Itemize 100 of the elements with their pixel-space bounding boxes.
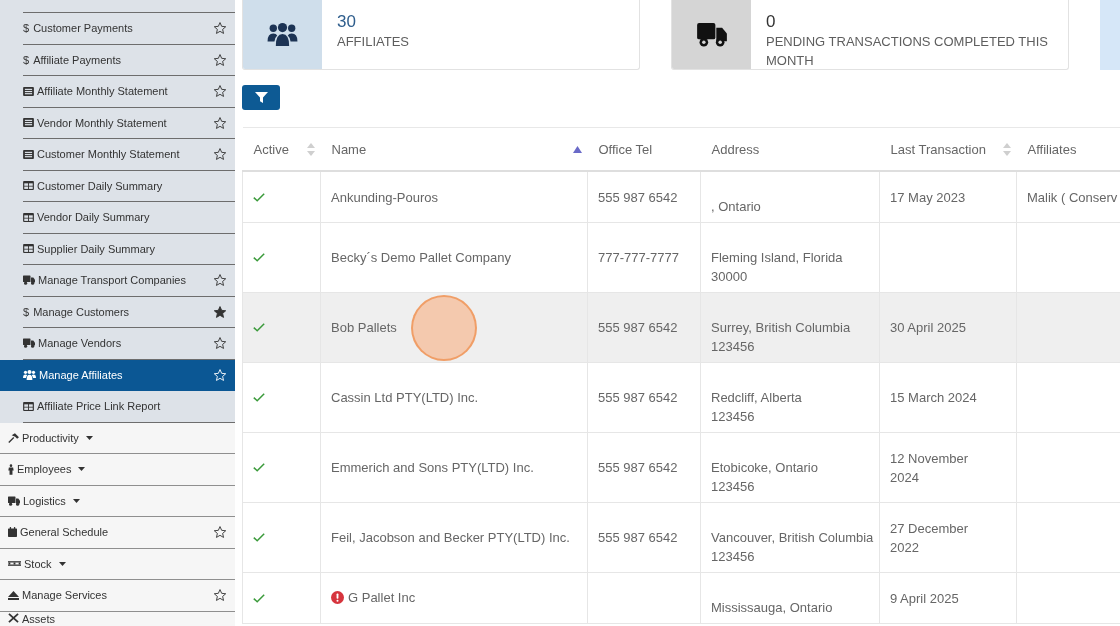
sidebar-item[interactable]: $ Affiliate Payments bbox=[0, 44, 235, 76]
star-icon[interactable] bbox=[214, 305, 226, 318]
dollar-icon: $ bbox=[23, 53, 30, 66]
address: , Ontario bbox=[711, 199, 761, 214]
phone-number: 555 987 6542 bbox=[598, 320, 678, 335]
truck-icon bbox=[8, 495, 20, 506]
calendar-icon bbox=[8, 527, 17, 538]
stat-label: AFFILIATES bbox=[337, 33, 409, 51]
dollar-icon: $ bbox=[23, 22, 30, 35]
person-icon bbox=[8, 463, 14, 475]
eject-icon bbox=[8, 590, 19, 600]
table-icon bbox=[23, 181, 34, 191]
company-name: Feil, Jacobson and Becker PTY(LTD) Inc. bbox=[331, 529, 570, 547]
star-icon[interactable] bbox=[214, 22, 226, 35]
sidebar-item[interactable]: Employees bbox=[0, 454, 235, 486]
sidebar-item[interactable]: Affiliate Price Link Report bbox=[0, 391, 235, 423]
column-header[interactable]: Office Tel bbox=[587, 127, 701, 171]
sidebar-item[interactable]: Vendor Daily Summary bbox=[0, 202, 235, 234]
phone-number: 555 987 6542 bbox=[598, 189, 678, 205]
transaction-date: 9 April 2025 bbox=[890, 590, 959, 606]
sidebar-item[interactable]: Manage Transport Companies bbox=[0, 265, 235, 297]
dollar-icon: $ bbox=[23, 305, 30, 318]
stat-card bbox=[1100, 0, 1120, 70]
truck-icon bbox=[23, 338, 35, 349]
transaction-date: 30 April 2025 bbox=[890, 320, 966, 335]
sidebar-item[interactable]: $ Customer Payments bbox=[0, 13, 235, 45]
star-icon[interactable] bbox=[214, 337, 226, 350]
table-row[interactable]: G Pallet Inc Mississauga, Ontario 9 April 2025 bbox=[242, 572, 1120, 624]
sidebar-item[interactable]: Customer Daily Summary bbox=[0, 170, 235, 202]
address: Redcliff, Alberta 123456 bbox=[711, 390, 802, 424]
table-icon bbox=[23, 401, 34, 411]
transaction-date: 27 December 2022 bbox=[890, 520, 969, 555]
address: Fleming Island, Florida 30000 bbox=[711, 250, 843, 284]
phone-number: 555 987 6542 bbox=[598, 530, 678, 545]
phone-number: 555 987 6542 bbox=[598, 460, 678, 475]
sidebar-item[interactable]: Logistics bbox=[0, 485, 235, 517]
sidebar-item[interactable]: Vendor Monthly Statement bbox=[0, 107, 235, 139]
users-icon bbox=[267, 23, 298, 46]
truck-icon bbox=[23, 275, 35, 286]
transaction-date: 17 May 2023 bbox=[890, 189, 966, 205]
column-header[interactable]: Address bbox=[700, 127, 880, 171]
sidebar-item[interactable]: $ Manage Customers bbox=[0, 296, 235, 328]
sidebar-item[interactable]: Customer Monthly Statement bbox=[0, 139, 235, 171]
stat-value: 30 bbox=[337, 12, 356, 32]
address: Mississauga, Ontario bbox=[711, 600, 833, 615]
star-icon[interactable] bbox=[214, 116, 226, 129]
star-icon[interactable] bbox=[214, 53, 226, 66]
company-name: Emmerich and Sons PTY(LTD) Inc. bbox=[331, 459, 534, 477]
sidebar-item[interactable]: Manage Services bbox=[0, 580, 235, 612]
list-icon bbox=[23, 118, 34, 128]
stat-value: 0 bbox=[766, 12, 776, 32]
pallet-icon bbox=[8, 561, 21, 567]
star-icon[interactable] bbox=[214, 148, 226, 161]
hammer-icon bbox=[8, 432, 19, 443]
sidebar-item[interactable]: Affiliate Monthly Statement bbox=[0, 76, 235, 108]
sidebar-item[interactable]: Manage Vendors bbox=[0, 328, 235, 360]
sort-ascending-icon[interactable] bbox=[572, 146, 582, 153]
list-icon bbox=[23, 149, 34, 159]
table-row[interactable]: Emmerich and Sons PTY(LTD) Inc. 555 987 6542 Etobicoke, Ontario 123456 12 November 2024 bbox=[242, 432, 1120, 503]
sidebar-item[interactable]: General Schedule bbox=[0, 517, 235, 549]
column-header[interactable]: Active bbox=[242, 127, 321, 171]
company-name: Becky´s Demo Pallet Company bbox=[331, 249, 511, 267]
star-icon[interactable] bbox=[214, 589, 226, 602]
column-header[interactable]: Affiliates bbox=[1016, 127, 1120, 171]
transaction-date: 15 March 2024 bbox=[890, 390, 977, 405]
table-row[interactable]: Ankunding-Pouros 555 987 6542 , Ontario 17 May 2023 Malik ( Conserv bbox=[242, 171, 1120, 223]
table-row[interactable]: Cassin Ltd PTY(LTD) Inc. 555 987 6542 Redcliff, Alberta 123456 15 March 2024 bbox=[242, 362, 1120, 433]
cross-icon bbox=[8, 612, 19, 623]
company-name: Ankunding-Pouros bbox=[331, 188, 438, 207]
table-row[interactable]: Feil, Jacobson and Becker PTY(LTD) Inc. 555 987 6542 Vancouver, British Columbia 123456 27 December 2022 bbox=[242, 502, 1120, 573]
users-icon bbox=[23, 369, 36, 380]
table-row[interactable]: Bob Pallets 555 987 6542 Surrey, British Columbia 123456 30 April 2025 bbox=[242, 292, 1120, 363]
sidebar-item[interactable]: Assets bbox=[0, 611, 235, 626]
phone-number: 555 987 6542 bbox=[598, 390, 678, 405]
address: Etobicoke, Ontario 123456 bbox=[711, 460, 818, 494]
star-icon[interactable] bbox=[214, 85, 226, 98]
sidebar-item[interactable]: Stock bbox=[0, 548, 235, 580]
stat-label: PENDING TRANSACTIONS COMPLETED THIS MONTH bbox=[766, 33, 1049, 69]
table-row[interactable]: Becky´s Demo Pallet Company 777-777-7777 Fleming Island, Florida 30000 bbox=[242, 222, 1120, 293]
truck-icon bbox=[696, 22, 727, 47]
filter-icon bbox=[254, 92, 268, 103]
company-name: Bob Pallets bbox=[331, 319, 397, 337]
table-icon bbox=[23, 212, 34, 222]
sidebar-item[interactable]: Manage Affiliates bbox=[0, 359, 235, 391]
phone-number: 777-777-7777 bbox=[598, 250, 679, 265]
address: Surrey, British Columbia 123456 bbox=[711, 320, 851, 354]
sidebar-item[interactable]: Productivity bbox=[0, 422, 235, 454]
address: Vancouver, British Columbia 123456 bbox=[711, 530, 874, 564]
list-icon bbox=[23, 86, 34, 96]
column-header[interactable]: Name bbox=[320, 127, 588, 171]
star-icon[interactable] bbox=[214, 526, 226, 539]
star-icon[interactable] bbox=[214, 274, 226, 287]
company-name: G Pallet Inc bbox=[348, 588, 416, 607]
company-name: Cassin Ltd PTY(LTD) Inc. bbox=[331, 389, 479, 407]
transaction-date: 12 November 2024 bbox=[890, 450, 969, 485]
filter-button[interactable] bbox=[242, 85, 280, 110]
sidebar-item[interactable]: Supplier Daily Summary bbox=[0, 233, 235, 265]
table-icon bbox=[23, 244, 34, 254]
affiliate-name: Malik ( Conserv bbox=[1027, 189, 1118, 205]
column-header[interactable]: Last Transaction bbox=[879, 127, 1017, 171]
